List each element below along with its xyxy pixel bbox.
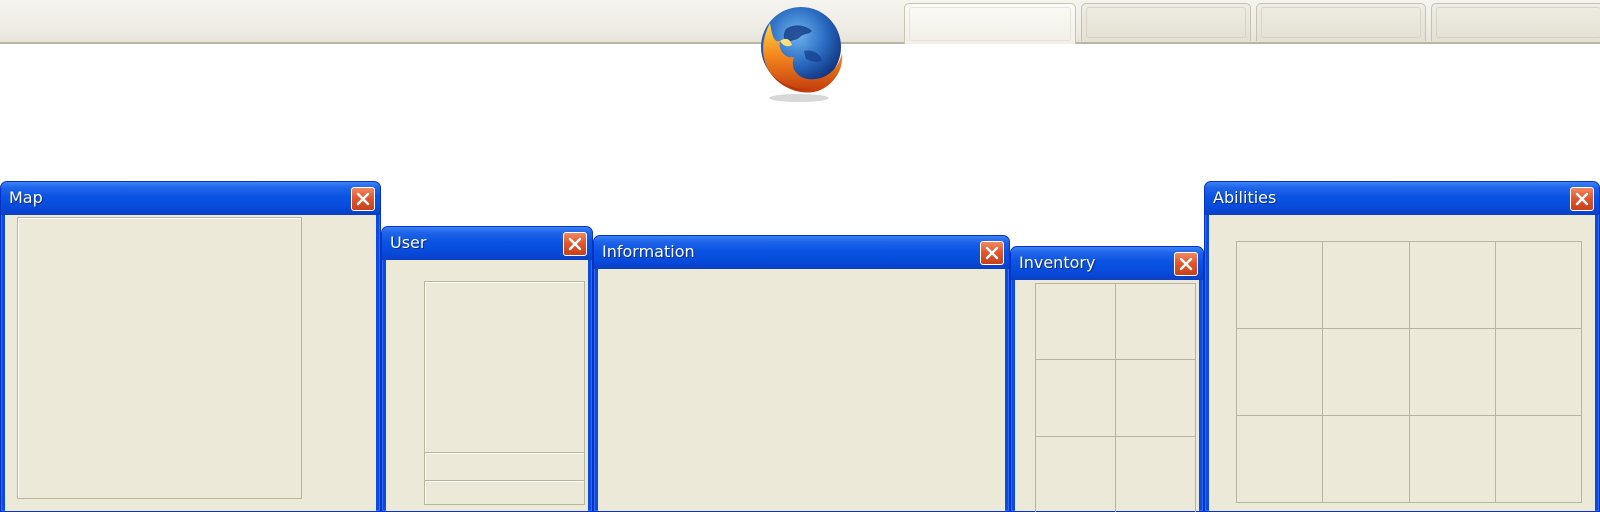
inventory-window[interactable]: Inventory [1010,246,1204,512]
map-window[interactable]: Map [0,181,381,512]
map-window-body [5,215,376,511]
tab-4[interactable] [1431,3,1600,41]
tab-1[interactable] [904,3,1076,44]
firefox-logo-icon [761,7,843,102]
ability-slot[interactable] [1323,242,1410,329]
user-info-row-1 [424,452,585,481]
user-window-body [386,260,588,511]
abilities-window[interactable]: Abilities [1204,181,1600,512]
abilities-window-title: Abilities [1213,188,1277,207]
information-window[interactable]: Information [593,235,1010,512]
map-close-button[interactable] [351,187,375,211]
inventory-close-button[interactable] [1174,252,1198,276]
information-window-titlebar[interactable]: Information [594,236,1009,269]
user-info-row-2 [424,480,585,505]
close-icon [1179,257,1193,271]
information-window-title: Information [602,242,695,261]
user-window-titlebar[interactable]: User [382,227,592,260]
map-window-title: Map [9,188,43,207]
close-icon [1575,192,1589,206]
close-icon [356,192,370,206]
ability-slot[interactable] [1409,242,1496,329]
map-window-titlebar[interactable]: Map [1,182,380,215]
abilities-window-titlebar[interactable]: Abilities [1205,182,1599,215]
ability-slot[interactable] [1495,416,1582,503]
information-close-button[interactable] [980,241,1004,265]
close-icon [568,237,582,251]
map-view[interactable] [17,217,302,499]
abilities-slot-grid [1236,241,1582,503]
ability-slot[interactable] [1409,329,1496,416]
ability-slot[interactable] [1237,416,1324,503]
ability-slot[interactable] [1495,242,1582,329]
close-icon [985,246,999,260]
user-window[interactable]: User [381,226,593,512]
ability-slot[interactable] [1323,416,1410,503]
inventory-slot[interactable] [1116,360,1196,437]
inventory-window-titlebar[interactable]: Inventory [1011,247,1203,280]
user-close-button[interactable] [563,232,587,256]
ability-slot[interactable] [1495,329,1582,416]
inventory-slot[interactable] [1036,436,1116,512]
inventory-slot[interactable] [1036,284,1116,361]
tab-2[interactable] [1081,3,1251,41]
ability-slot[interactable] [1237,329,1324,416]
abilities-close-button[interactable] [1570,187,1594,211]
inventory-window-title: Inventory [1019,253,1096,272]
ability-slot[interactable] [1237,242,1324,329]
tab-3[interactable] [1256,3,1426,41]
inventory-slot[interactable] [1036,360,1116,437]
information-window-body [598,269,1005,511]
ability-slot[interactable] [1409,416,1496,503]
inventory-window-body [1015,280,1199,512]
inventory-slot[interactable] [1116,436,1196,512]
user-portrait-panel [424,281,585,453]
ability-slot[interactable] [1323,329,1410,416]
user-window-title: User [390,233,427,252]
inventory-slot[interactable] [1116,284,1196,361]
abilities-window-body [1209,215,1595,511]
desktop: Map User Information Inventory Abilities [0,0,1600,512]
inventory-slot-grid [1035,283,1196,512]
